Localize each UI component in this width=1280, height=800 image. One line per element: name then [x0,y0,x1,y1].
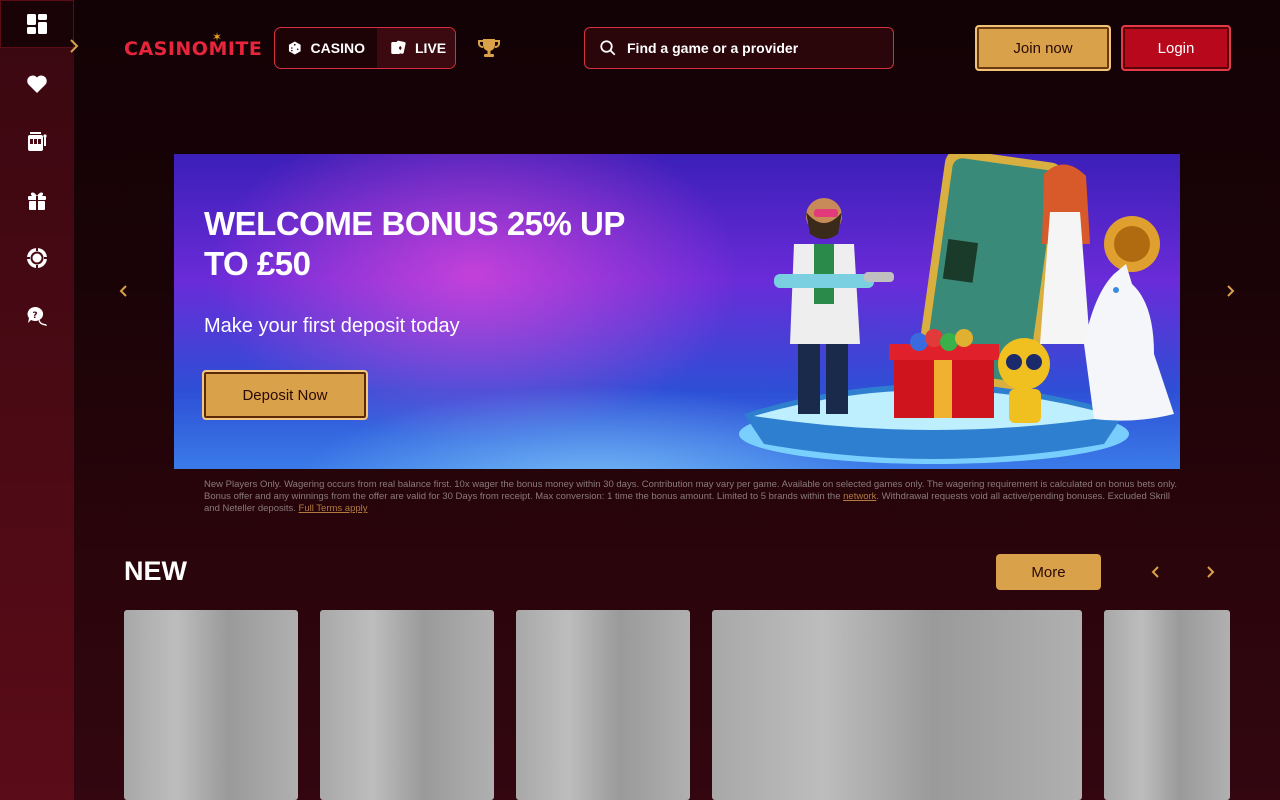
game-tile[interactable] [516,610,690,800]
gift-icon [28,192,46,210]
tab-live[interactable]: LIVE [377,28,455,68]
new-games-heading: NEW [124,556,187,586]
search-icon [600,40,616,56]
casinomite-logo[interactable]: CASINOMITE ✶ [124,30,262,60]
trophy-icon [478,39,500,57]
chevron-right-icon [70,39,79,53]
deposit-now-button[interactable]: Deposit Now [202,370,368,420]
sidebar-item-promotions[interactable] [0,176,74,224]
sidebar-item-dashboard[interactable] [0,0,74,48]
new-games-next-arrow-icon[interactable] [1203,565,1217,579]
slot-machine-icon [28,132,47,151]
dice-icon [288,41,301,55]
more-button[interactable]: More [996,554,1101,590]
poker-chip-icon [27,248,47,268]
search-placeholder: Find a game or a provider [627,40,799,56]
new-games-prev-arrow-icon[interactable] [1149,565,1163,579]
banner-next-arrow-icon[interactable] [1223,284,1237,298]
sidebar-expand-toggle[interactable] [66,36,82,56]
banner-prev-arrow-icon[interactable] [117,284,131,298]
sidebar-item-slots[interactable] [0,118,74,166]
heart-icon [27,75,47,93]
bonus-terms-disclaimer: New Players Only. Wagering occurs from r… [204,479,1178,514]
tournaments-button[interactable] [477,36,501,60]
game-tile[interactable] [320,610,494,800]
network-link[interactable]: network [843,491,876,502]
help-chat-icon: ? [27,306,47,326]
casino-live-switch: CASINO LIVE [274,27,456,69]
sidebar-item-favorites[interactable] [0,60,74,108]
banner-characters-artwork [739,154,1174,464]
sidebar-item-help[interactable]: ? [0,292,74,340]
join-now-button[interactable]: Join now [975,25,1111,71]
sidebar: ? [0,0,79,800]
welcome-bonus-banner[interactable]: WELCOME BONUS 25% UP TO £50 Make your fi… [174,154,1180,469]
dashboard-icon [27,14,47,34]
game-tile[interactable] [1104,610,1230,800]
svg-text:?: ? [32,311,37,321]
game-tile[interactable] [124,610,298,800]
cards-icon [391,40,406,54]
tab-casino[interactable]: CASINO [275,28,377,68]
search-input[interactable]: Find a game or a provider [584,27,894,69]
login-button[interactable]: Login [1121,25,1231,71]
game-tile[interactable] [712,610,1082,800]
logo-spark-icon: ✶ [212,30,223,44]
sidebar-item-live-casino[interactable] [0,234,74,282]
full-terms-link[interactable]: Full Terms apply [299,503,368,514]
banner-title: WELCOME BONUS 25% UP TO £50 [204,205,625,282]
banner-subtitle: Make your first deposit today [204,315,460,337]
